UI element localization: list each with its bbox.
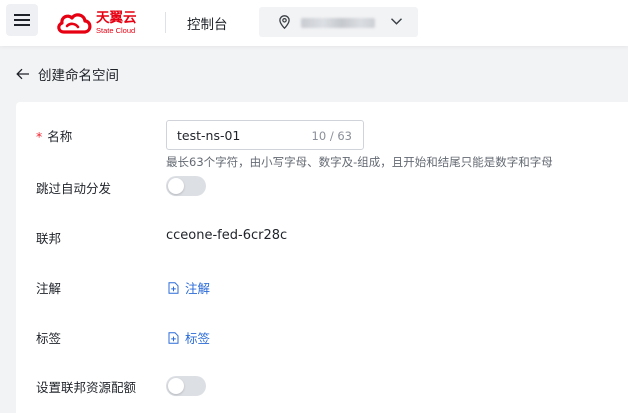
skip-auto-distribute-toggle[interactable] — [166, 176, 206, 196]
name-char-counter: 10 / 63 — [311, 129, 352, 143]
logo-text-cn: 天翼云 — [96, 9, 137, 26]
federation-quota-label: 设置联邦资源配额 — [36, 380, 137, 395]
federation-label: 联邦 — [36, 231, 62, 246]
federation-quota-toggle[interactable] — [166, 376, 206, 396]
location-pin-icon — [279, 15, 290, 29]
console-link[interactable]: 控制台 — [187, 13, 228, 33]
add-file-icon — [168, 331, 179, 344]
back-button[interactable] — [16, 68, 30, 80]
tags-label: 标签 — [36, 331, 62, 346]
name-hint: 最长63个字符，由小写字母、数字及-组成，且开始和结尾只能是数字和字母 — [166, 155, 553, 169]
add-file-icon — [168, 281, 179, 294]
federation-value: cceone-fed-6cr28c — [166, 228, 288, 243]
toggle-knob — [168, 378, 184, 394]
chevron-down-icon — [391, 18, 402, 25]
region-selector[interactable] — [259, 7, 418, 37]
add-annotation-button[interactable]: 注解 — [168, 278, 210, 297]
arrow-left-icon — [16, 68, 29, 80]
cloud-logo-icon — [57, 13, 92, 34]
annotations-label: 注解 — [36, 281, 62, 296]
add-tag-button[interactable]: 标签 — [168, 328, 210, 347]
brand-logo[interactable]: 天翼云 State Cloud — [56, 9, 137, 37]
required-mark: * — [36, 129, 43, 144]
toggle-knob — [168, 178, 184, 194]
add-tag-label: 标签 — [185, 331, 211, 346]
top-nav: 天翼云 State Cloud 控制台 — [0, 0, 628, 46]
logo-text-en: State Cloud — [96, 26, 136, 35]
hamburger-icon — [14, 14, 30, 26]
page-title: 创建命名空间 — [38, 68, 119, 84]
name-input[interactable]: test-ns-01 10 / 63 — [166, 120, 364, 150]
nav-divider — [165, 12, 166, 33]
add-annotation-label: 注解 — [185, 281, 211, 296]
breadcrumb: 创建命名空间 — [16, 63, 119, 85]
create-namespace-form: * 名称 test-ns-01 10 / 63 最长63个字符，由小写字母、数字及… — [16, 102, 628, 413]
name-label: * 名称 — [36, 129, 73, 144]
menu-button[interactable] — [6, 4, 38, 36]
name-input-value: test-ns-01 — [177, 128, 241, 143]
region-name-redacted — [301, 18, 375, 28]
skip-auto-distribute-label: 跳过自动分发 — [36, 181, 112, 196]
